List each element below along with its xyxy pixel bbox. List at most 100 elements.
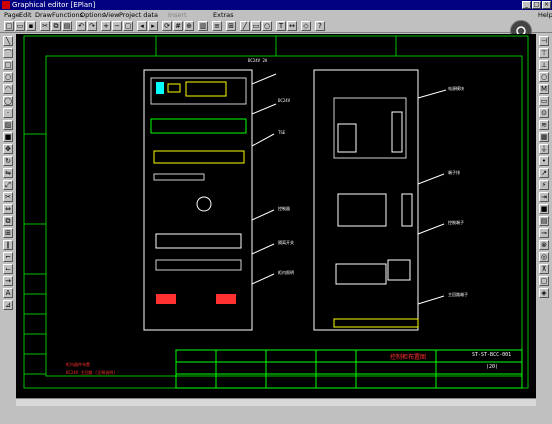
blackbox-icon[interactable]: ■	[539, 204, 549, 214]
breaker-icon[interactable]: ⊼	[539, 264, 549, 274]
inner-border	[45, 55, 523, 377]
zoom-out-icon[interactable]: −	[112, 21, 122, 31]
polyline-tool-icon[interactable]: ⌒	[3, 48, 13, 58]
measure-tool-icon[interactable]: ⊿	[3, 300, 13, 310]
array-tool-icon[interactable]: ⊞	[3, 228, 13, 238]
fillet-tool-icon[interactable]: ⌐	[3, 252, 13, 262]
sheet-number: (20)	[486, 364, 499, 370]
motor-icon[interactable]: M	[539, 84, 549, 94]
menu-project-data[interactable]: Project data	[119, 10, 158, 20]
contact-nc-icon[interactable]: ⊥	[539, 60, 549, 70]
layer-icon[interactable]: ≡	[212, 21, 222, 31]
menu-help[interactable]: Help	[538, 10, 552, 20]
rect-icon[interactable]: ▭	[251, 21, 261, 31]
line-tool-icon[interactable]: ╲	[3, 36, 13, 46]
close-button[interactable]: ×	[542, 1, 551, 9]
contact-no-icon[interactable]: ⊤	[539, 48, 549, 58]
symbol-icon[interactable]: ◇	[301, 21, 311, 31]
label-7: 电源模块	[448, 86, 464, 91]
potential-icon[interactable]: ⚡	[539, 180, 549, 190]
interrupt-icon[interactable]: ⇥	[539, 192, 549, 202]
chamfer-tool-icon[interactable]: ⌙	[3, 264, 13, 274]
text-tool-icon[interactable]: A	[3, 288, 13, 298]
rotate-tool-icon[interactable]: ↻	[3, 156, 13, 166]
maximize-button[interactable]: □	[532, 1, 541, 9]
title-bar: Graphical editor [EPlan] _ □ ×	[0, 0, 552, 10]
horizontal-scrollbar[interactable]	[16, 398, 536, 406]
crossref-icon[interactable]: ↗	[539, 168, 549, 178]
hatch-tool-icon[interactable]: ▨	[3, 120, 13, 130]
stretch-tool-icon[interactable]: ⇔	[3, 204, 13, 214]
offset-tool-icon[interactable]: ∥	[3, 240, 13, 250]
label-3: TSE	[278, 130, 286, 135]
cable-icon[interactable]: ≋	[539, 120, 549, 130]
label-9: 控制端子	[448, 220, 464, 225]
copy-tool-icon[interactable]: ⧉	[3, 216, 13, 226]
text-icon[interactable]: T	[276, 21, 286, 31]
switch-icon[interactable]: ⊸	[539, 228, 549, 238]
trim-tool-icon[interactable]: ✂	[3, 192, 13, 202]
minimize-button[interactable]: _	[522, 1, 531, 9]
plc-icon[interactable]: ▦	[539, 132, 549, 142]
menu-draw[interactable]: Draw	[35, 10, 52, 20]
label-4: 控制器	[278, 206, 290, 211]
open-icon[interactable]: ▭	[15, 21, 25, 31]
transformer-icon[interactable]: ◎	[539, 252, 549, 262]
mirror-tool-icon[interactable]: ⇋	[3, 168, 13, 178]
zoom-window-icon[interactable]: ▢	[123, 21, 133, 31]
zoom-in-icon[interactable]: +	[101, 21, 111, 31]
arc-tool-icon[interactable]: ◠	[3, 84, 13, 94]
window-title: Graphical editor [EPlan]	[12, 1, 96, 9]
snap-icon[interactable]: ⊕	[184, 21, 194, 31]
connection-icon[interactable]: •	[539, 156, 549, 166]
redo-icon[interactable]: ↷	[87, 21, 97, 31]
relay-icon[interactable]: ▢	[539, 276, 549, 286]
fuse-icon[interactable]: ▭	[539, 96, 549, 106]
paste-icon[interactable]: ▤	[62, 21, 72, 31]
fill-tool-icon[interactable]: ■	[3, 132, 13, 142]
grid-icon[interactable]: #	[173, 21, 183, 31]
menu-options[interactable]: Options	[80, 10, 105, 20]
coil-icon[interactable]: ○	[539, 72, 549, 82]
dim-icon[interactable]: ↔	[287, 21, 297, 31]
device-icon[interactable]: ▤	[539, 216, 549, 226]
cut-icon[interactable]: ✂	[40, 21, 50, 31]
properties-icon[interactable]: ?	[315, 21, 325, 31]
sensor-icon[interactable]: ◈	[539, 288, 549, 298]
symbol-lib-icon[interactable]: ⊣	[539, 36, 549, 46]
extend-tool-icon[interactable]: →	[3, 276, 13, 286]
ellipse-tool-icon[interactable]: ◯	[3, 96, 13, 106]
menu-insert[interactable]: Insert	[168, 10, 187, 20]
circle-tool-icon[interactable]: ○	[3, 72, 13, 82]
menu-edit[interactable]: Edit	[19, 10, 32, 20]
line-icon[interactable]: ╱	[240, 21, 250, 31]
right-toolbar: ⊣ ⊤ ⊥ ○ M ▭ ⊙ ≋ ▦ ⏚ • ↗ ⚡ ⇥ ■ ▤ ⊸ ⊗ ◎ ⊼ …	[536, 34, 552, 324]
ortho-icon[interactable]: ⊞	[226, 21, 236, 31]
print-icon[interactable]: ▥	[198, 21, 208, 31]
menu-page[interactable]: Page	[4, 10, 20, 20]
drawing-name: 控制柜布置图	[390, 354, 427, 361]
save-icon[interactable]: ▪	[26, 21, 36, 31]
menu-functions[interactable]: Functions	[52, 10, 83, 20]
app-icon	[2, 1, 10, 9]
ground-icon[interactable]: ⏚	[539, 144, 549, 154]
circle-icon[interactable]: ○	[262, 21, 272, 31]
lamp-icon[interactable]: ⊗	[539, 240, 549, 250]
undo-icon[interactable]: ↶	[76, 21, 86, 31]
redraw-icon[interactable]: ⟳	[162, 21, 172, 31]
menu-view[interactable]: View	[104, 10, 119, 20]
drawing-canvas[interactable]: DC24V 2A DC24V TSE 控制器 隔离开关 柜内照明 电源模块 端子…	[16, 34, 536, 398]
prev-page-icon[interactable]: ◂	[137, 21, 147, 31]
rect-tool-icon[interactable]: □	[3, 60, 13, 70]
point-tool-icon[interactable]: ·	[3, 108, 13, 118]
scale-tool-icon[interactable]: ⤢	[3, 180, 13, 190]
label-2: DC24V	[278, 98, 291, 103]
move-tool-icon[interactable]: ✥	[3, 144, 13, 154]
menu-extras[interactable]: Extras	[213, 10, 234, 20]
copy-icon[interactable]: ⧉	[51, 21, 61, 31]
terminal-icon[interactable]: ⊙	[539, 108, 549, 118]
label-10: 主回路端子	[448, 292, 468, 297]
next-page-icon[interactable]: ▸	[148, 21, 158, 31]
title-block	[175, 349, 523, 389]
new-icon[interactable]: □	[4, 21, 14, 31]
